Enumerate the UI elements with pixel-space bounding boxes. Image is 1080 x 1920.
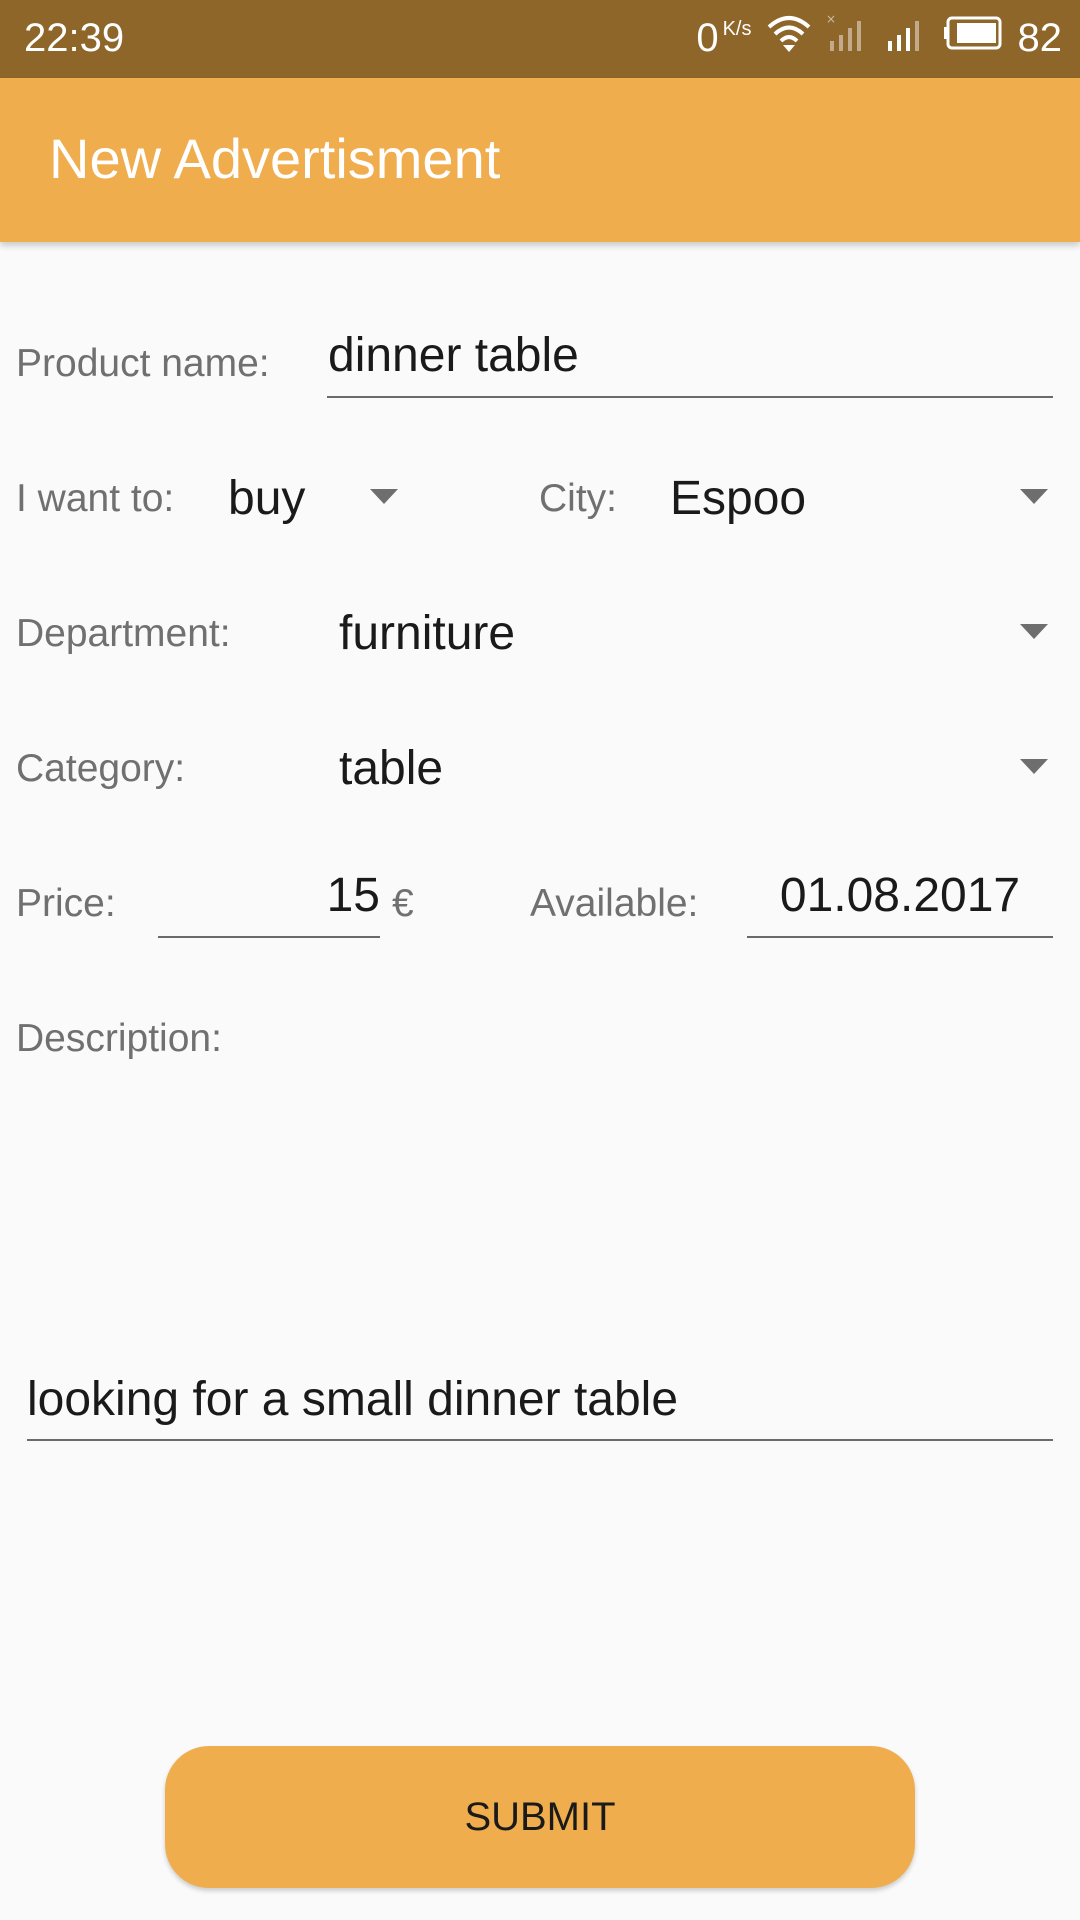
- status-icons: 0 K/s × 82: [696, 12, 1062, 64]
- product-name-input[interactable]: dinner table: [328, 328, 579, 384]
- available-label: Available:: [530, 882, 699, 925]
- description-label: Description:: [16, 1017, 222, 1060]
- department-dropdown[interactable]: furniture: [339, 606, 515, 662]
- department-chevron-down-icon[interactable]: [1020, 624, 1048, 639]
- available-date-input[interactable]: 01.08.2017: [747, 868, 1053, 924]
- svg-text:×: ×: [826, 13, 836, 26]
- product-name-underline: [327, 396, 1053, 398]
- product-name-label: Product name:: [16, 342, 270, 385]
- city-dropdown[interactable]: Espoo: [670, 471, 806, 527]
- network-speed-unit: K/s: [722, 17, 752, 40]
- category-dropdown[interactable]: table: [339, 741, 443, 797]
- city-chevron-down-icon[interactable]: [1020, 489, 1048, 504]
- battery-level: 82: [1017, 15, 1063, 60]
- price-input[interactable]: 15: [158, 868, 380, 924]
- want-to-chevron-down-icon[interactable]: [370, 489, 398, 504]
- status-time: 22:39: [24, 16, 125, 60]
- price-label: Price:: [16, 882, 116, 925]
- network-speed: 0 K/s: [696, 16, 751, 61]
- description-input[interactable]: looking for a small dinner table: [27, 1372, 678, 1428]
- signal-sim1-icon: ×: [826, 12, 870, 63]
- battery-icon: [942, 15, 1004, 61]
- signal-sim2-icon: [884, 13, 928, 63]
- page-title: New Advertisment: [49, 127, 501, 190]
- wifi-icon: [766, 13, 812, 63]
- submit-button-label: SUBMIT: [464, 1794, 616, 1839]
- status-bar: 22:39 0 K/s × 82: [0, 0, 1080, 78]
- department-label: Department:: [16, 612, 231, 655]
- currency-label: €: [392, 882, 414, 925]
- submit-button[interactable]: SUBMIT: [165, 1746, 915, 1888]
- want-to-dropdown[interactable]: buy: [228, 471, 305, 527]
- want-to-label: I want to:: [16, 477, 175, 520]
- description-underline: [27, 1439, 1053, 1441]
- app-bar: New Advertisment: [0, 78, 1080, 242]
- category-chevron-down-icon[interactable]: [1020, 759, 1048, 774]
- available-underline: [747, 936, 1053, 938]
- network-speed-value: 0: [696, 15, 719, 60]
- city-label: City:: [539, 477, 617, 520]
- price-underline: [158, 936, 380, 938]
- category-label: Category:: [16, 747, 186, 790]
